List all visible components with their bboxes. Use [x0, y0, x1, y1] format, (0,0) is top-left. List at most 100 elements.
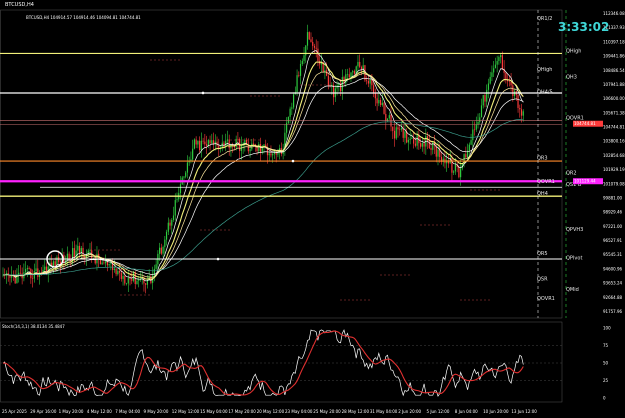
candle-body — [35, 268, 37, 272]
candle-body — [324, 70, 326, 72]
price-axis-label: 106600.00 — [603, 96, 625, 101]
level-dot — [291, 159, 295, 163]
candle-body — [37, 268, 39, 278]
candle-body — [498, 57, 500, 62]
candle-body — [261, 147, 263, 153]
time-axis-label: 29 Apr 16:00 — [30, 409, 57, 414]
time-axis-label: 23 May 04:00 — [285, 409, 313, 414]
level-label: QR3 — [537, 155, 548, 161]
candle-body — [77, 245, 79, 251]
price-axis-label: 105671.38 — [603, 110, 625, 115]
candle-body — [108, 263, 110, 266]
time-axis-label: 1 May 20:00 — [59, 409, 84, 414]
candle-body — [420, 143, 422, 147]
candle-body — [138, 279, 140, 281]
candle-body — [145, 283, 147, 285]
candle-body — [472, 129, 474, 141]
candle-body — [205, 144, 208, 146]
chart-window[interactable]: BTCUSD,H4 BTCUSD,H4 104914.57 104914.46 … — [0, 0, 625, 418]
level-label: QPVH3 — [566, 227, 583, 233]
candle-body — [185, 172, 187, 177]
candle-body — [306, 32, 309, 46]
candle-body — [486, 89, 488, 102]
level-label: QSR — [537, 276, 548, 282]
candle-body — [310, 39, 312, 42]
candle-body — [292, 94, 295, 108]
candle-body — [252, 143, 255, 145]
candle-body — [468, 144, 470, 151]
level-label: QH4 — [537, 191, 548, 197]
price-chart[interactable]: QR1/2 QHigh QHigh QH3 QH4/5 QOVR1 QR3 QR2 QOVR1 Q… — [0, 0, 625, 418]
candle-body — [496, 61, 498, 65]
candle-body — [52, 261, 55, 267]
candle-body — [289, 108, 291, 117]
stoch-axis-label: 25 — [603, 378, 609, 383]
price-axis-label: 101929.19 — [603, 167, 625, 172]
candle-body — [115, 268, 117, 275]
candle-body — [298, 75, 300, 76]
stoch-axis-label: 0 — [603, 396, 606, 401]
candle-body — [19, 272, 21, 274]
candle-body — [392, 126, 394, 131]
level-label: QHigh — [566, 48, 581, 54]
candle-body — [312, 41, 314, 46]
price-axis-label: 112346.08 — [603, 11, 625, 16]
candle-body — [400, 128, 403, 130]
level-dot — [216, 257, 220, 261]
candle-body — [346, 74, 349, 75]
candle-body — [460, 168, 462, 178]
candle-body — [131, 279, 133, 281]
candle-body — [117, 270, 119, 275]
candle-body — [171, 220, 173, 226]
candle-body — [475, 124, 477, 130]
candle-body — [291, 107, 293, 109]
candle-body — [369, 79, 371, 84]
candle-countdown: 3:33:02 — [558, 20, 610, 34]
candle-body — [383, 102, 385, 114]
candle-body — [209, 140, 211, 144]
current-price-value: 104744.81 — [574, 121, 596, 126]
candle-body — [500, 55, 502, 58]
candle-body — [421, 143, 423, 147]
candle-body — [348, 74, 350, 78]
candle-body — [484, 95, 486, 102]
candle-body — [200, 140, 202, 151]
level-label: QOVR1 — [537, 296, 555, 302]
candle-body — [505, 72, 507, 80]
price-axis-label: 98929.46 — [603, 210, 623, 215]
time-axis-label: 5 Jun 12:00 — [427, 409, 450, 414]
candle-body — [385, 113, 387, 121]
candle-body — [487, 83, 490, 90]
candle-body — [366, 80, 368, 82]
price-axis-label: 94600.96 — [603, 266, 623, 271]
candle-body — [491, 72, 493, 77]
candle-body — [237, 138, 239, 140]
candle-body — [167, 222, 169, 232]
candle-body — [129, 277, 131, 280]
candle-body — [26, 268, 28, 270]
candle-body — [437, 149, 439, 157]
candle-body — [132, 271, 135, 281]
price-axis-label: 110397.18 — [603, 39, 625, 44]
stochastic-title: Stoch(14,3,1) 38.0134 35.4847 — [2, 324, 65, 329]
candle-body — [244, 139, 246, 144]
candle-body — [174, 200, 176, 216]
level-label: QR1/2 — [537, 16, 552, 22]
candle-body — [179, 184, 182, 194]
candle-body — [393, 130, 396, 139]
candle-body — [522, 111, 524, 116]
candle-body — [501, 55, 503, 69]
candle-body — [453, 171, 455, 173]
candle-body — [404, 131, 406, 138]
time-axis-label: 17 May 20:00 — [228, 409, 256, 414]
candle-body — [103, 262, 105, 264]
candle-body — [517, 94, 519, 108]
candle-body — [270, 153, 272, 156]
time-axis-label: 15 May 04:00 — [200, 409, 228, 414]
candle-body — [406, 131, 408, 143]
time-axis-label: 4 May 12:00 — [87, 409, 112, 414]
time-axis-label: 10 Jun 20:00 — [483, 409, 509, 414]
candle-body — [399, 129, 401, 130]
level-label: QR5 — [537, 251, 548, 257]
candle-body — [120, 272, 122, 280]
